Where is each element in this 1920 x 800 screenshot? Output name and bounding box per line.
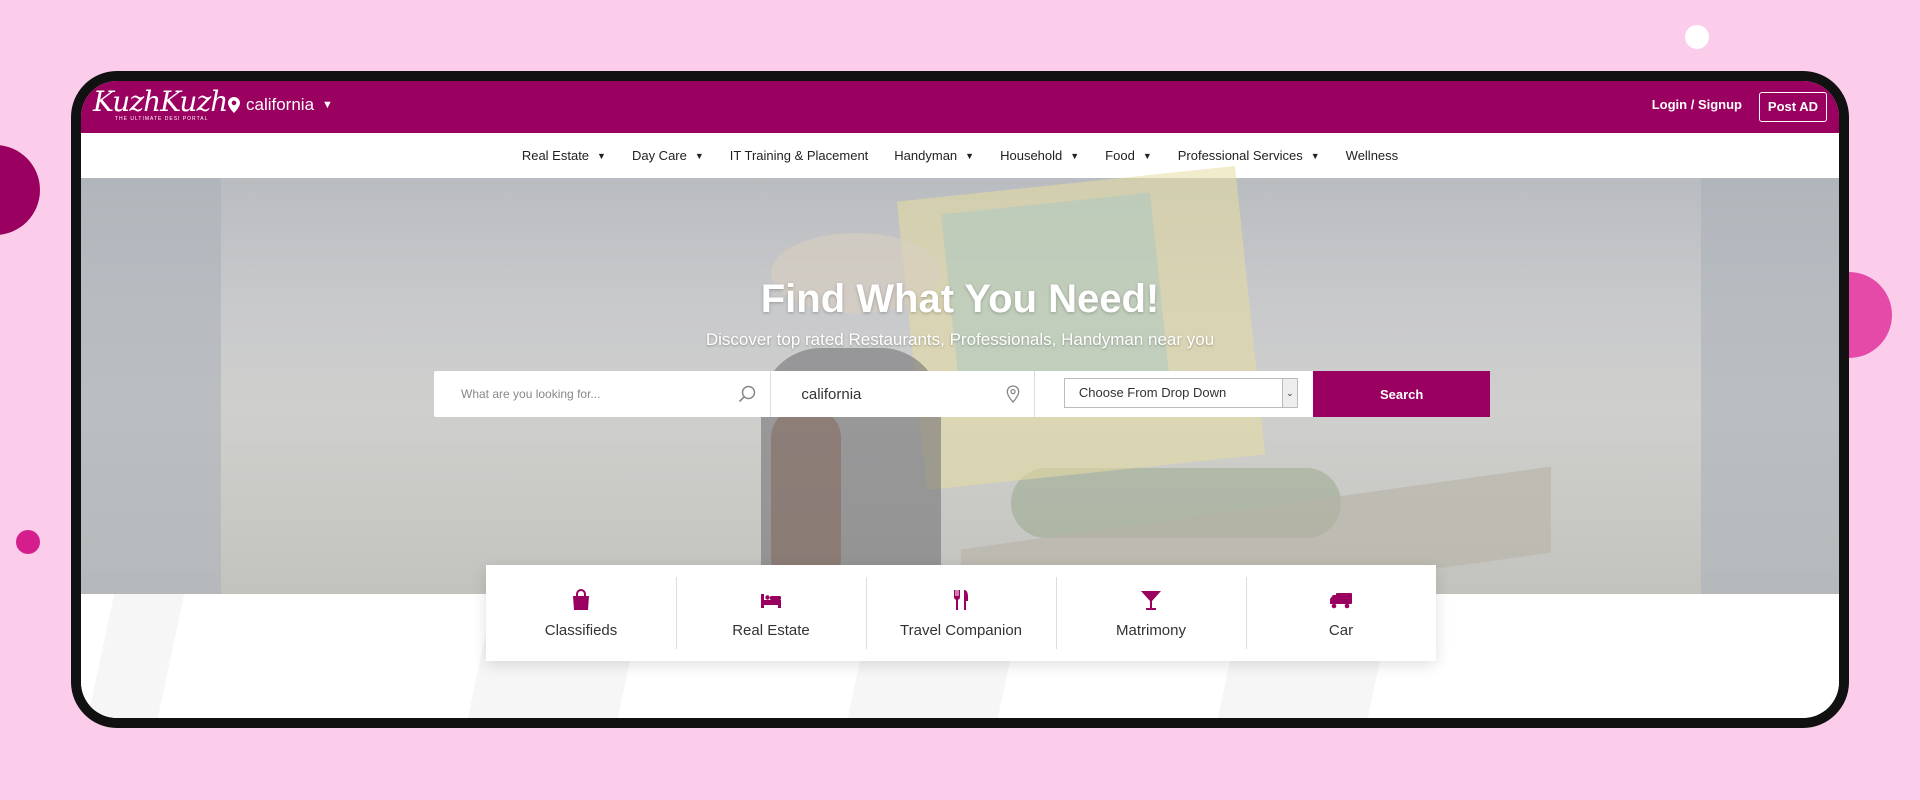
nav-item-label: IT Training & Placement <box>729 148 869 163</box>
post-ad-button[interactable]: Post AD <box>1758 92 1827 122</box>
category-car[interactable]: Car <box>1246 565 1436 661</box>
search-input[interactable] <box>434 371 771 417</box>
site-logo[interactable]: KuzhKuzh THE ULTIMATE DESI PORTAL <box>93 85 228 127</box>
nav-item-label: Professional Services <box>1177 148 1303 163</box>
truck-icon <box>1330 592 1352 608</box>
hero-title: Find What You Need! <box>760 277 1160 321</box>
nav-item-label: Wellness <box>1345 148 1399 163</box>
category-travel-companion[interactable]: Travel Companion <box>866 565 1056 661</box>
cocktail-glass-icon <box>1141 590 1161 610</box>
logo-wordmark: KuzhKuzh <box>93 85 228 118</box>
device-screen: KuzhKuzh THE ULTIMATE DESI PORTAL califo… <box>81 81 1839 718</box>
nav-item-label: Day Care <box>631 148 687 163</box>
caret-down-icon: ▼ <box>694 150 704 161</box>
fork-knife-icon <box>954 589 968 610</box>
category-select[interactable]: Choose From Drop Down ⌄ <box>1063 378 1298 408</box>
logo-tagline: THE ULTIMATE DESI PORTAL <box>115 116 209 122</box>
top-bar: KuzhKuzh THE ULTIMATE DESI PORTAL califo… <box>81 81 1839 133</box>
decorative-circle <box>0 145 40 235</box>
nav-item-food[interactable]: Food ▼ <box>1105 148 1152 163</box>
search-icon[interactable] <box>738 385 756 403</box>
caret-down-icon: ▼ <box>1310 150 1320 161</box>
device-frame: KuzhKuzh THE ULTIMATE DESI PORTAL califo… <box>71 71 1849 728</box>
chevron-down-icon: ⌄ <box>1281 379 1297 407</box>
category-label: Classifieds <box>544 621 618 639</box>
category-select-wrap: Choose From Drop Down ⌄ <box>1035 371 1313 417</box>
location-label: california <box>246 95 315 114</box>
caret-down-icon: ▼ <box>965 150 975 161</box>
map-pin-icon <box>228 97 240 113</box>
search-query-wrap <box>434 371 772 417</box>
login-signup-link[interactable]: Login / Signup <box>1652 97 1742 112</box>
hero-banner: Find What You Need! Discover top rated R… <box>81 166 1839 636</box>
nav-item-professional-services[interactable]: Professional Services ▼ <box>1178 148 1320 163</box>
category-card: Classifieds Real Estate Travel Companion <box>486 565 1436 661</box>
nav-item-label: Real Estate <box>521 148 590 163</box>
nav-item-label: Handyman <box>894 148 958 163</box>
caret-down-icon: ▼ <box>1142 150 1152 161</box>
hero-image-edge <box>1701 178 1839 594</box>
nav-item-household[interactable]: Household ▼ <box>1000 148 1079 163</box>
category-matrimony[interactable]: Matrimony <box>1056 565 1246 661</box>
category-label: Travel Companion <box>900 621 1022 639</box>
search-location-wrap <box>771 371 1035 417</box>
caret-down-icon: ▼ <box>1070 150 1080 161</box>
category-label: Real Estate <box>732 621 810 639</box>
nav-item-it-training[interactable]: IT Training & Placement <box>730 148 869 163</box>
nav-item-day-care[interactable]: Day Care ▼ <box>632 148 704 163</box>
hero-subtitle: Discover top rated Restaurants, Professi… <box>705 330 1215 349</box>
category-classifieds[interactable]: Classifieds <box>486 565 676 661</box>
category-real-estate[interactable]: Real Estate <box>676 565 866 661</box>
nav-item-handyman[interactable]: Handyman ▼ <box>894 148 974 163</box>
decorative-circle <box>1685 25 1709 49</box>
location-input[interactable] <box>771 371 1034 417</box>
nav-item-label: Food <box>1105 148 1135 163</box>
nav-item-label: Household <box>1000 148 1063 163</box>
bed-icon <box>761 593 781 608</box>
location-selector[interactable]: california ▼ <box>228 95 333 115</box>
search-bar: Choose From Drop Down ⌄ Search <box>434 371 1491 417</box>
category-label: Car <box>1328 621 1354 639</box>
decorative-circle <box>16 530 40 554</box>
main-nav: Real Estate ▼ Day Care ▼ IT Training & P… <box>81 133 1839 178</box>
caret-down-icon: ▼ <box>597 150 606 161</box>
search-button[interactable]: Search <box>1313 371 1491 417</box>
map-pin-icon <box>1006 385 1020 403</box>
chevron-down-icon: ▼ <box>322 99 333 111</box>
hero-image-edge <box>81 178 221 594</box>
nav-item-wellness[interactable]: Wellness <box>1346 148 1399 163</box>
category-label: Matrimony <box>1115 621 1186 639</box>
nav-item-real-estate[interactable]: Real Estate ▼ <box>522 148 606 163</box>
category-select-value: Choose From Drop Down <box>1078 385 1227 400</box>
shopping-bag-icon <box>573 588 589 610</box>
